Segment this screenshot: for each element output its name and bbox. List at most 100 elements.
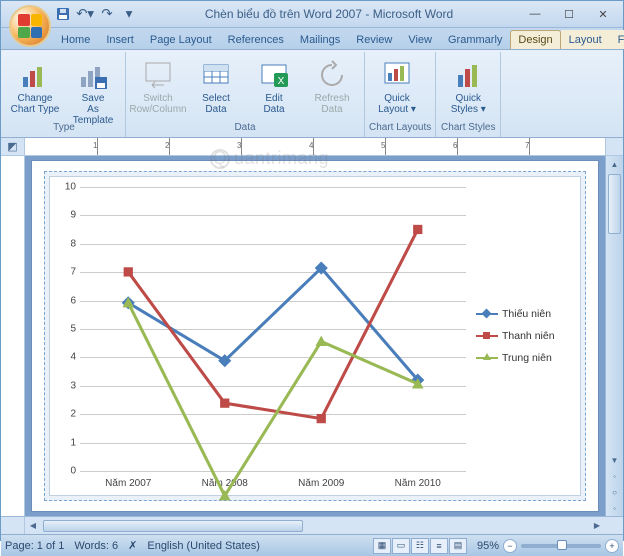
legend-label: Thiếu niên <box>502 308 551 320</box>
tab-review[interactable]: Review <box>348 30 400 49</box>
horizontal-scrollbar-row: ◀ ▶ <box>1 516 623 534</box>
y-axis-tick: 10 <box>60 182 76 193</box>
save-icon[interactable] <box>53 4 73 24</box>
quick-layout-icon <box>381 59 413 91</box>
status-page[interactable]: Page: 1 of 1 <box>5 540 64 552</box>
horizontal-ruler[interactable]: 1234567 <box>25 138 605 155</box>
tab-references[interactable]: References <box>220 30 292 49</box>
legend-marker-icon <box>476 313 498 315</box>
office-button[interactable] <box>9 5 51 47</box>
refresh-data-button: RefreshData <box>304 54 360 120</box>
save-as-template-icon <box>77 59 109 91</box>
group-label: Type <box>7 120 121 135</box>
vertical-scrollbar[interactable]: ▲ ▼ ◦ ○ ◦ <box>605 156 623 516</box>
tab-mailings[interactable]: Mailings <box>292 30 348 49</box>
tab-home[interactable]: Home <box>53 30 98 49</box>
ribbon-group-chart-styles: QuickStyles ▾Chart Styles <box>436 52 501 137</box>
outline-view-icon[interactable]: ≡ <box>430 538 448 554</box>
tab-layout[interactable]: Layout <box>561 30 610 49</box>
tab-insert[interactable]: Insert <box>98 30 142 49</box>
scroll-up-icon[interactable]: ▲ <box>606 156 623 172</box>
edit-data-button[interactable]: XEditData <box>246 54 302 120</box>
tab-view[interactable]: View <box>400 30 440 49</box>
window-title: Chèn biểu đồ trên Word 2007 - Microsoft … <box>139 7 519 21</box>
scroll-right-icon[interactable]: ▶ <box>589 521 605 530</box>
scroll-left-icon[interactable]: ◀ <box>25 521 41 530</box>
vscroll-thumb[interactable] <box>608 174 621 234</box>
y-axis-tick: 2 <box>60 409 76 420</box>
print-layout-view-icon[interactable]: ▦ <box>373 538 391 554</box>
group-label: Data <box>130 120 360 135</box>
web-layout-view-icon[interactable]: ☷ <box>411 538 429 554</box>
ruler-corner[interactable]: ◩ <box>1 138 25 155</box>
page-background[interactable]: 012345678910Năm 2007Năm 2008Năm 2009Năm … <box>25 156 605 516</box>
ribbon-group-chart-layouts: QuickLayout ▾Chart Layouts <box>365 52 436 137</box>
page[interactable]: 012345678910Năm 2007Năm 2008Năm 2009Năm … <box>31 160 599 512</box>
chart-legend[interactable]: Thiếu niên Thanh niên Trung niên <box>470 177 580 495</box>
tab-grammarly[interactable]: Grammarly <box>440 30 510 49</box>
chart-object[interactable]: 012345678910Năm 2007Năm 2008Năm 2009Năm … <box>44 171 586 501</box>
plot-area[interactable]: 012345678910Năm 2007Năm 2008Năm 2009Năm … <box>50 177 470 495</box>
status-bar: Page: 1 of 1 Words: 6 ✗ English (United … <box>1 534 623 556</box>
status-words[interactable]: Words: 6 <box>74 540 118 552</box>
quick-layout-button[interactable]: QuickLayout ▾ <box>369 54 425 120</box>
save-as-template-button[interactable]: SaveAs Template <box>65 54 121 120</box>
legend-marker-icon <box>476 335 498 337</box>
ribbon-group-data: SwitchRow/ColumnSelectDataXEditDataRefre… <box>126 52 365 137</box>
next-page-icon[interactable]: ◦ <box>606 500 623 516</box>
chart-inner: 012345678910Năm 2007Năm 2008Năm 2009Năm … <box>49 176 581 496</box>
legend-label: Trung niên <box>502 352 552 364</box>
edit-data-icon: X <box>258 59 290 91</box>
quick-styles-icon <box>452 59 484 91</box>
y-axis-tick: 9 <box>60 210 76 221</box>
legend-item[interactable]: Thanh niên <box>476 330 574 342</box>
legend-marker-icon <box>476 357 498 359</box>
legend-item[interactable]: Trung niên <box>476 352 574 364</box>
ruler-right-spacer <box>605 138 623 155</box>
status-language[interactable]: English (United States) <box>147 540 260 552</box>
ribbon-group-type: ChangeChart TypeSaveAs TemplateType <box>3 52 126 137</box>
legend-label: Thanh niên <box>502 330 555 342</box>
ribbon: ChangeChart TypeSaveAs TemplateTypeSwitc… <box>1 50 623 138</box>
horizontal-ruler-row: ◩ 1234567 <box>1 138 623 156</box>
svg-text:X: X <box>278 76 285 87</box>
switch-row-column-icon <box>142 59 174 91</box>
qat-customize-icon[interactable]: ▾ <box>119 4 139 24</box>
switch-row-column-button: SwitchRow/Column <box>130 54 186 120</box>
y-axis-tick: 0 <box>60 466 76 477</box>
horizontal-scrollbar[interactable]: ◀ ▶ <box>25 517 605 534</box>
tab-page-layout[interactable]: Page Layout <box>142 30 220 49</box>
document-area: 012345678910Năm 2007Năm 2008Năm 2009Năm … <box>1 156 623 516</box>
draft-view-icon[interactable]: ▤ <box>449 538 467 554</box>
y-axis-tick: 4 <box>60 352 76 363</box>
chart-lines <box>80 187 466 516</box>
select-data-icon <box>200 59 232 91</box>
title-bar: ↶▾ ↷ ▾ Chèn biểu đồ trên Word 2007 - Mic… <box>1 1 623 28</box>
browse-object-icon[interactable]: ○ <box>606 484 623 500</box>
change-chart-type-button[interactable]: ChangeChart Type <box>7 54 63 120</box>
zoom-thumb[interactable] <box>557 540 567 550</box>
legend-item[interactable]: Thiếu niên <box>476 308 574 320</box>
scroll-down-icon[interactable]: ▼ <box>606 452 623 468</box>
tab-format[interactable]: Format <box>610 30 624 49</box>
view-buttons: ▦ ▭ ☷ ≡ ▤ <box>373 538 467 554</box>
quick-styles-button[interactable]: QuickStyles ▾ <box>440 54 496 120</box>
maximize-button[interactable]: ☐ <box>553 3 585 25</box>
redo-icon[interactable]: ↷ <box>97 4 117 24</box>
minimize-button[interactable]: — <box>519 3 551 25</box>
change-chart-type-icon <box>19 59 51 91</box>
prev-page-icon[interactable]: ◦ <box>606 468 623 484</box>
hscroll-thumb[interactable] <box>43 520 303 532</box>
y-axis-tick: 1 <box>60 437 76 448</box>
refresh-data-icon <box>316 59 348 91</box>
vertical-ruler[interactable] <box>1 156 25 516</box>
undo-icon[interactable]: ↶▾ <box>75 4 95 24</box>
select-data-button[interactable]: SelectData <box>188 54 244 120</box>
tab-design[interactable]: Design <box>510 30 560 49</box>
zoom-slider[interactable] <box>521 544 601 548</box>
close-button[interactable]: ✕ <box>587 3 619 25</box>
y-axis-tick: 5 <box>60 324 76 335</box>
zoom-level[interactable]: 95% <box>477 540 499 552</box>
full-screen-view-icon[interactable]: ▭ <box>392 538 410 554</box>
y-axis-tick: 3 <box>60 380 76 391</box>
